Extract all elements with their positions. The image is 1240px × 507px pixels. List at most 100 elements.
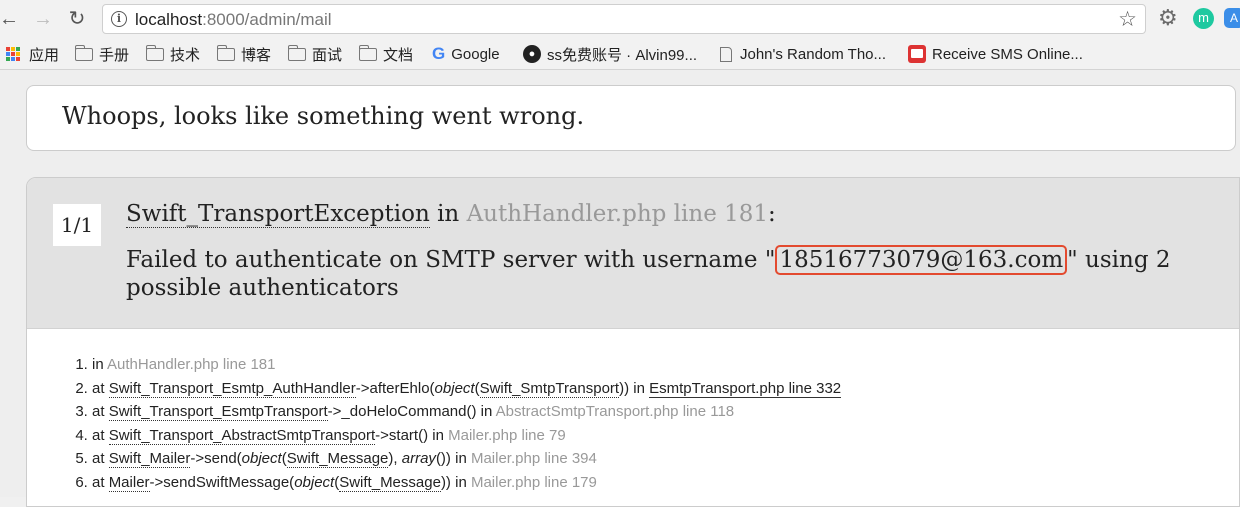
trace-class: Swift_Transport_AbstractSmtpTransport	[108, 426, 376, 445]
trace-arg-type: object	[294, 473, 335, 491]
folder-icon	[145, 44, 164, 61]
exception-location: AuthHandler.php line 181	[466, 201, 769, 227]
bookmark-label: 应用	[29, 46, 60, 64]
trace-class: Swift_Transport_Esmtp_AuthHandler	[108, 379, 356, 398]
trace-in: in	[450, 473, 471, 491]
url-text[interactable]: localhost:8000/admin/mail	[135, 10, 332, 30]
trace-prefix: at	[92, 403, 109, 420]
trace-call: ->start()	[375, 426, 429, 444]
whoops-message: Whoops, looks like something went wrong.	[62, 102, 585, 130]
trace-file: Mailer.php line 179	[470, 473, 597, 491]
trace-arg-class: Swift_SmtpTransport	[479, 379, 620, 398]
trace-class: Swift_Mailer	[108, 450, 191, 468]
reload-button[interactable]: ↻	[64, 6, 90, 32]
trace-call: ->sendSwiftMessage(	[149, 473, 295, 491]
bookmark-label: ss免费账号 · Alvin99...	[547, 46, 698, 64]
bookmark-folder-tech[interactable]: 技术	[145, 44, 201, 64]
trace-prefix: at	[92, 426, 109, 444]
trace-file: Mailer.php line 79	[448, 426, 566, 444]
trace-item: at Swift_Transport_AbstractSmtpTransport…	[92, 424, 841, 448]
bookmark-label: John's Random Tho...	[740, 45, 887, 63]
exception-counter: 1/1	[53, 204, 101, 246]
folder-icon	[358, 44, 377, 61]
trace-item: at Swift_Transport_Esmtp_AuthHandler->af…	[92, 377, 842, 401]
message-prefix: Failed to authenticate on SMTP server wi…	[126, 247, 776, 273]
gear-extension-icon[interactable]: ⚙	[1158, 7, 1178, 29]
trace-arg-mid: ),	[388, 450, 402, 467]
bookmark-folder-manual[interactable]: 手册	[74, 44, 130, 64]
trace-in: in	[476, 403, 496, 420]
trace-item: in AuthHandler.php line 181	[92, 353, 841, 377]
exception-title: Swift_TransportException in AuthHandler.…	[126, 201, 776, 228]
trace-file[interactable]: EsmtpTransport.php line 332	[649, 379, 842, 398]
bookmark-folder-blog[interactable]: 博客	[216, 44, 272, 64]
forward-button[interactable]: →	[30, 6, 56, 32]
url-path: :8000/admin/mail	[202, 10, 332, 29]
trace-arg2-close: ())	[435, 450, 451, 467]
bookmark-label: 手册	[99, 46, 130, 64]
sms-icon	[908, 45, 926, 63]
github-icon: ●	[523, 45, 541, 63]
bookmark-label: Google	[451, 45, 500, 63]
document-icon	[720, 46, 732, 62]
trace-class: Swift_Transport_EsmtpTransport	[108, 403, 328, 421]
trace-arg-type: object	[434, 379, 475, 397]
trace-item: at Swift_Transport_EsmtpTransport->_doHe…	[92, 400, 841, 424]
folder-icon	[74, 44, 93, 61]
bookmark-label: 技术	[170, 46, 201, 64]
bookmark-folder-docs[interactable]: 文档	[358, 44, 414, 64]
browser-toolbar: ← → ↻ i localhost:8000/admin/mail ☆ ⚙ m …	[0, 0, 1240, 38]
m-extension-icon[interactable]: m	[1193, 8, 1214, 29]
trace-prefix: at	[92, 450, 109, 467]
highlighted-username: 18516773079@163.com	[775, 245, 1068, 275]
trace-item: at Mailer->sendSwiftMessage(object(Swift…	[92, 471, 841, 495]
trace-class: Mailer	[108, 473, 150, 492]
trace-in: in	[629, 379, 650, 397]
trace-file: Mailer.php line 394	[470, 450, 597, 467]
trace-arg-close: ))	[619, 379, 630, 397]
bookmarks-bar: 应用 手册 技术 博客 面试 文档 G Google ● ss免费账号 · Al…	[0, 38, 1240, 70]
trace-item: at Swift_Mailer->send(object(Swift_Messa…	[92, 447, 841, 471]
page-content: Whoops, looks like something went wrong.…	[0, 70, 1240, 507]
bookmark-google[interactable]: G Google	[432, 44, 500, 64]
bookmark-ss-account[interactable]: ● ss免费账号 · Alvin99...	[523, 44, 697, 64]
trace-call: ->afterEhlo(	[355, 379, 435, 397]
exception-panel: 1/1 Swift_TransportException in AuthHand…	[26, 177, 1240, 507]
trace-in: in	[428, 426, 449, 444]
back-button[interactable]: ←	[0, 6, 22, 32]
trace-file: AuthHandler.php line 181	[107, 356, 276, 373]
folder-icon	[216, 44, 235, 61]
trace-arg-class: Swift_Message	[286, 450, 389, 468]
trace-call: ->send(	[190, 450, 242, 467]
url-host: localhost	[135, 10, 203, 29]
trace-prefix: in	[92, 356, 108, 373]
bookmark-label: Receive SMS Online...	[932, 45, 1083, 63]
folder-icon	[287, 44, 306, 61]
bookmark-folder-interview[interactable]: 面试	[287, 44, 343, 64]
google-icon: G	[432, 44, 446, 63]
bookmark-star-icon[interactable]: ☆	[1118, 7, 1137, 32]
bookmark-apps[interactable]: 应用	[6, 44, 59, 64]
bookmark-johns-random[interactable]: John's Random Tho...	[720, 44, 886, 64]
trace-call: ->_doHeloCommand()	[327, 403, 477, 420]
title-colon: :	[768, 201, 776, 227]
address-bar[interactable]: i localhost:8000/admin/mail ☆	[102, 4, 1146, 34]
in-word: in	[437, 201, 460, 227]
bookmark-label: 面试	[312, 46, 343, 64]
bookmark-label: 文档	[383, 46, 414, 64]
apps-grid-icon	[6, 46, 21, 62]
trace-arg-class: Swift_Message	[339, 473, 441, 492]
trace-arg2-type: array	[401, 450, 436, 467]
translate-extension-icon[interactable]: A	[1224, 8, 1240, 28]
bookmark-label: 博客	[241, 46, 272, 64]
trace-arg-close: ))	[440, 473, 451, 491]
exception-class: Swift_TransportException	[126, 201, 430, 228]
info-icon[interactable]: i	[111, 11, 127, 27]
whoops-panel: Whoops, looks like something went wrong.	[26, 85, 1236, 151]
bookmark-receive-sms[interactable]: Receive SMS Online...	[908, 44, 1083, 64]
trace-file: AbstractSmtpTransport.php line 118	[495, 403, 735, 420]
trace-arg-type: object	[241, 450, 282, 467]
trace-prefix: at	[92, 473, 109, 491]
trace-in: in	[450, 450, 471, 467]
exception-message: Failed to authenticate on SMTP server wi…	[126, 245, 1216, 302]
